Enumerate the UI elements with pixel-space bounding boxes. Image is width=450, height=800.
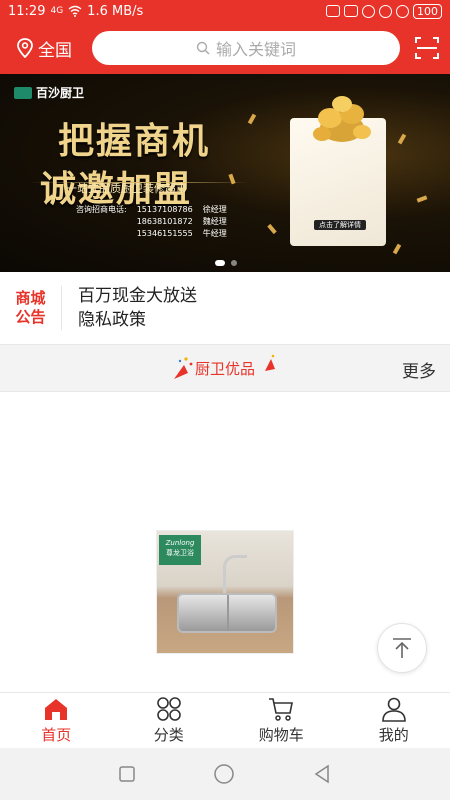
scan-icon (415, 37, 439, 59)
contact-phone: 15137108786 (136, 205, 193, 214)
carousel-dot[interactable] (215, 260, 225, 266)
battery-indicator: 100 (413, 3, 442, 19)
network-type: 4G (50, 6, 64, 16)
network-speed: 1.6 MB/s (87, 3, 144, 19)
wifi-icon (68, 5, 82, 17)
alarm-icon (396, 4, 409, 18)
location-selector[interactable]: 全国 (16, 36, 92, 61)
brand-logo-icon (14, 86, 32, 99)
contact-phone: 18638101872 (136, 217, 193, 226)
product-brand-badge: Zunlong 尊龙卫浴 (159, 535, 201, 565)
scroll-to-top-button[interactable] (377, 623, 427, 673)
confetti-decoration (397, 133, 407, 145)
location-label: 全国 (38, 40, 72, 61)
lock-icon (362, 4, 375, 18)
section-title: 厨卫优品 (194, 359, 255, 378)
party-popper-icon (174, 357, 193, 379)
search-icon (196, 41, 210, 55)
confetti-decoration (247, 113, 257, 125)
confetti-decoration (416, 195, 428, 203)
notice-item[interactable]: 隐私政策 (78, 309, 197, 331)
faucet-illustration (223, 555, 247, 595)
location-pin-icon (17, 38, 33, 58)
contact-label: 咨询招商电话: (76, 205, 127, 214)
location-status-icon (379, 4, 392, 18)
confetti-icon (265, 354, 275, 371)
search-placeholder: 输入关键词 (215, 40, 296, 59)
signal-icon (344, 5, 358, 17)
confetti-decoration (267, 223, 277, 235)
home-icon (45, 699, 68, 720)
banner-headline-1: 把握商机 (58, 120, 211, 162)
gold-coins-illustration (313, 96, 371, 142)
notice-tag: 商城 公告 (0, 286, 62, 330)
status-time: 11:29 (8, 3, 46, 19)
contact-manager: 牛经理 (202, 229, 227, 238)
notice-item[interactable]: 百万现金大放送 (78, 285, 197, 307)
arrow-up-icon (393, 638, 411, 658)
banner-contacts: 咨询招商电话: 15137108786 18638101872 15346151… (76, 204, 227, 240)
search-input[interactable]: 输入关键词 (92, 31, 400, 65)
scan-button[interactable] (414, 35, 440, 61)
sink-illustration (177, 593, 277, 633)
notice-list: 百万现金大放送 隐私政策 (62, 285, 197, 331)
category-icon (156, 697, 181, 721)
cart-icon (269, 698, 294, 721)
banner-subtitle: 一站式品质厨卫装修超市 (66, 182, 187, 195)
carousel-indicator (215, 260, 237, 266)
home-nav-icon[interactable] (213, 763, 235, 785)
carousel-dot[interactable] (231, 260, 237, 266)
tab-profile[interactable]: 我的 (338, 693, 450, 748)
contact-phone: 15346151555 (136, 229, 193, 238)
user-icon (381, 697, 406, 722)
recent-apps-icon[interactable] (118, 765, 136, 783)
top-header: 全国 输入关键词 (0, 22, 450, 74)
contact-manager: 徐经理 (202, 205, 227, 214)
contact-manager: 魏经理 (202, 217, 227, 226)
box-label: 点击了解详情 (314, 220, 366, 230)
tab-home[interactable]: 首页 (0, 693, 113, 748)
section-header: 厨卫优品 更多 (0, 344, 450, 392)
more-link[interactable]: 更多 (402, 357, 436, 382)
back-nav-icon[interactable] (312, 764, 332, 784)
promo-banner[interactable]: 百沙厨卫 把握商机 诚邀加盟 一站式品质厨卫装修超市 咨询招商电话: 15137… (0, 74, 450, 272)
nfc-icon (326, 5, 340, 17)
mall-notice: 商城 公告 百万现金大放送 隐私政策 (0, 272, 450, 344)
tab-category[interactable]: 分类 (113, 693, 226, 748)
product-card[interactable]: Zunlong 尊龙卫浴 (156, 530, 294, 654)
bottom-tab-bar: 首页 分类 购物车 我的 (0, 692, 450, 748)
status-bar: 11:29 4G 1.6 MB/s 100 (0, 0, 450, 22)
confetti-decoration (392, 243, 402, 255)
tab-cart[interactable]: 购物车 (225, 693, 338, 748)
system-nav-bar (0, 748, 450, 800)
banner-brand: 百沙厨卫 (14, 84, 84, 101)
